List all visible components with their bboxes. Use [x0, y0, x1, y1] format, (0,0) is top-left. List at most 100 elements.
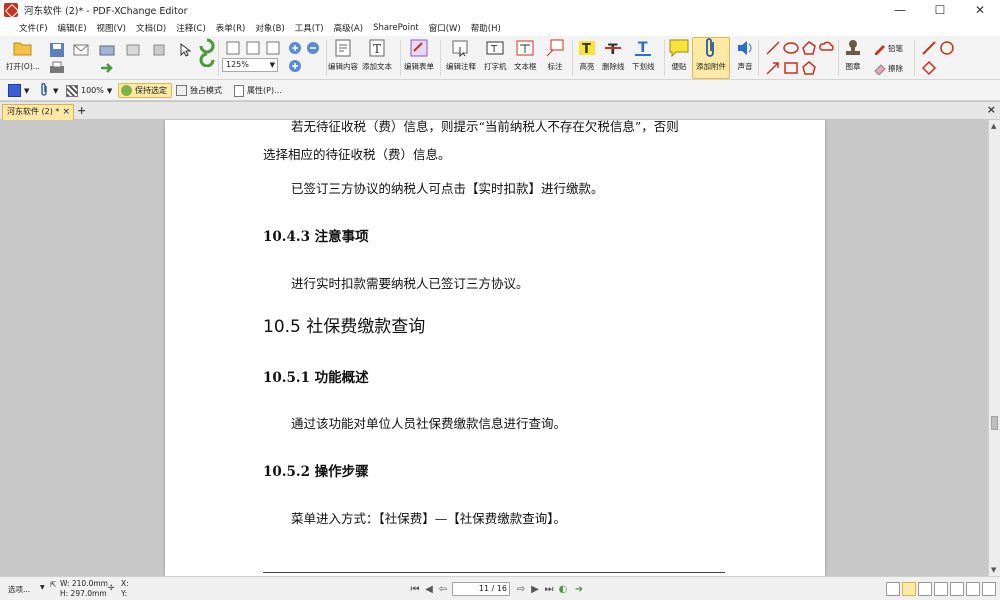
highlight-button[interactable]: T 高亮 [576, 38, 598, 72]
fill-color-picker[interactable]: ▼ [8, 83, 29, 98]
page-number-input[interactable]: 11 / 16 [452, 582, 510, 596]
exclusive-mode-toggle[interactable]: 独占模式 [176, 83, 222, 98]
zoom-level-select[interactable]: 125% ▼ [222, 58, 278, 72]
close-button[interactable]: ✕ [960, 0, 1000, 20]
sticky-note-button[interactable]: 便贴 [668, 38, 690, 72]
stamp-button[interactable]: 图章 [842, 38, 864, 72]
email-button[interactable] [70, 40, 92, 60]
fit-page-button[interactable] [242, 38, 264, 58]
vertical-scrollbar[interactable]: ▲ ▼ [988, 120, 1000, 576]
strikeout-icon: T [602, 38, 624, 58]
callout-button[interactable]: 标注 [544, 38, 566, 72]
minimize-button[interactable]: — [880, 0, 920, 20]
keep-selected-icon [121, 85, 132, 96]
window-controls: — ☐ ✕ [880, 0, 1000, 20]
area-tool-button[interactable] [936, 38, 958, 58]
open-button[interactable]: 打开(O)... [6, 38, 40, 72]
properties-toolbar: ▼ ▼ 100% ▼ 保持选定 独占模式 属性(P)... [0, 80, 1000, 101]
save-button[interactable] [46, 40, 68, 60]
forward-icon: ⇨ [516, 583, 526, 595]
actual-size-button[interactable] [222, 38, 244, 58]
svg-text:T: T [638, 40, 648, 56]
scroll-down-icon[interactable]: ▼ [991, 566, 996, 574]
edit-annotation-button[interactable]: 编辑注释 [446, 38, 476, 72]
previous-page-button[interactable]: ◀ [422, 582, 436, 596]
attachment-icon-picker[interactable]: ▼ [40, 82, 58, 99]
menu-window[interactable]: 窗口(W) [424, 22, 466, 34]
forward-button[interactable] [96, 58, 118, 78]
menu-edit[interactable]: 编辑(E) [53, 22, 92, 34]
menu-help[interactable]: 帮助(H) [466, 22, 506, 34]
menu-file[interactable]: 文件(F) [14, 22, 53, 34]
menu-view[interactable]: 视图(V) [92, 22, 131, 34]
properties-button[interactable]: 属性(P)... [234, 83, 282, 98]
facing-view-button[interactable] [918, 582, 932, 596]
chevron-down-icon: ▼ [40, 584, 45, 591]
zoom-plus-button[interactable] [284, 56, 306, 76]
menu-comment[interactable]: 注释(C) [171, 22, 211, 34]
scroll-up-icon[interactable]: ▲ [991, 122, 996, 130]
perimeter-icon [918, 58, 940, 78]
options-button[interactable]: 选项... [8, 584, 30, 595]
scroll-thumb[interactable] [991, 416, 998, 430]
refresh-button[interactable] [196, 38, 218, 67]
perimeter-tool-button[interactable] [918, 58, 940, 78]
strikeout-button[interactable]: T 删除线 [602, 38, 625, 72]
pencil-button[interactable]: 铅笔 [872, 38, 903, 58]
pentagon-tool-button[interactable] [798, 58, 820, 78]
opacity-select[interactable]: 100% ▼ [66, 83, 112, 98]
exclusive-mode-icon [176, 85, 187, 96]
typewriter-button[interactable]: T 打字机 [484, 38, 507, 72]
tab-close-icon[interactable]: × [62, 105, 70, 119]
back-view-button[interactable]: ⇦ [436, 582, 450, 596]
first-page-button[interactable]: ⏮ [408, 582, 422, 596]
fit-width-icon [262, 38, 284, 58]
undo-button[interactable] [122, 40, 144, 60]
new-tab-button[interactable]: + [77, 104, 86, 117]
menu-sharepoint[interactable]: SharePoint [368, 23, 424, 33]
menu-form[interactable]: 表单(R) [211, 22, 251, 34]
underline-button[interactable]: T 下划线 [632, 38, 655, 72]
paperclip-icon [40, 82, 50, 99]
select-tool-button[interactable] [174, 40, 196, 60]
paperclip-icon [700, 38, 722, 58]
facing-continuous-view-button[interactable] [934, 582, 948, 596]
eraser-button[interactable]: 擦除 [872, 58, 903, 78]
next-page-button[interactable]: ▶ [528, 582, 542, 596]
document-viewport[interactable]: 若无待征收税（费）信息，则提示“当前纳税人不存在欠税信息”，否则 选择相应的待征… [0, 120, 988, 576]
doc-text-line: 进行实时扣款需要纳税人已签订三方协议。 [291, 276, 529, 291]
menu-tools[interactable]: 工具(T) [290, 22, 329, 34]
svg-text:T: T [582, 42, 591, 57]
menu-document[interactable]: 文档(D) [131, 22, 171, 34]
last-page-button[interactable]: ⏭ [542, 582, 556, 596]
menu-advanced[interactable]: 高级(A) [329, 22, 368, 34]
edit-content-button[interactable]: 编辑内容 [328, 38, 358, 72]
cloud-tool-button[interactable] [816, 38, 838, 58]
opacity-icon [66, 84, 78, 97]
continuous-view-button[interactable] [902, 582, 916, 596]
add-attachment-button[interactable]: 添加附件 [692, 37, 730, 79]
add-text-button[interactable]: T 添加文本 [362, 38, 392, 72]
rotate-arrows-icon [196, 38, 218, 67]
forward-view-button[interactable]: ⇨ [514, 582, 528, 596]
edit-form-button[interactable]: 编辑表单 [404, 38, 434, 72]
fullscreen-button[interactable] [966, 582, 980, 596]
scan-button[interactable] [96, 40, 118, 60]
close-document-button[interactable]: × [987, 103, 996, 116]
maximize-button[interactable]: ☐ [920, 0, 960, 20]
zoom-out-button[interactable] [302, 38, 324, 58]
single-page-view-button[interactable] [886, 582, 900, 596]
document-tab[interactable]: 河东软件 (2) * × [2, 104, 74, 120]
sound-button[interactable]: 声音 [734, 38, 756, 72]
split-view-button[interactable] [950, 582, 964, 596]
print-button[interactable] [46, 58, 68, 78]
hand-tool-button[interactable] [148, 40, 170, 60]
keep-selected-toggle[interactable]: 保持选定 [118, 83, 172, 98]
fit-width-button[interactable] [262, 38, 284, 58]
menu-object[interactable]: 对象(B) [250, 22, 289, 34]
text-box-button[interactable]: 文本框 [514, 38, 537, 72]
eraser-icon [872, 58, 888, 78]
previous-view-button[interactable]: ◐ [556, 582, 570, 596]
next-view-button[interactable]: ➜ [572, 582, 586, 596]
layout-options-button[interactable] [982, 582, 996, 596]
